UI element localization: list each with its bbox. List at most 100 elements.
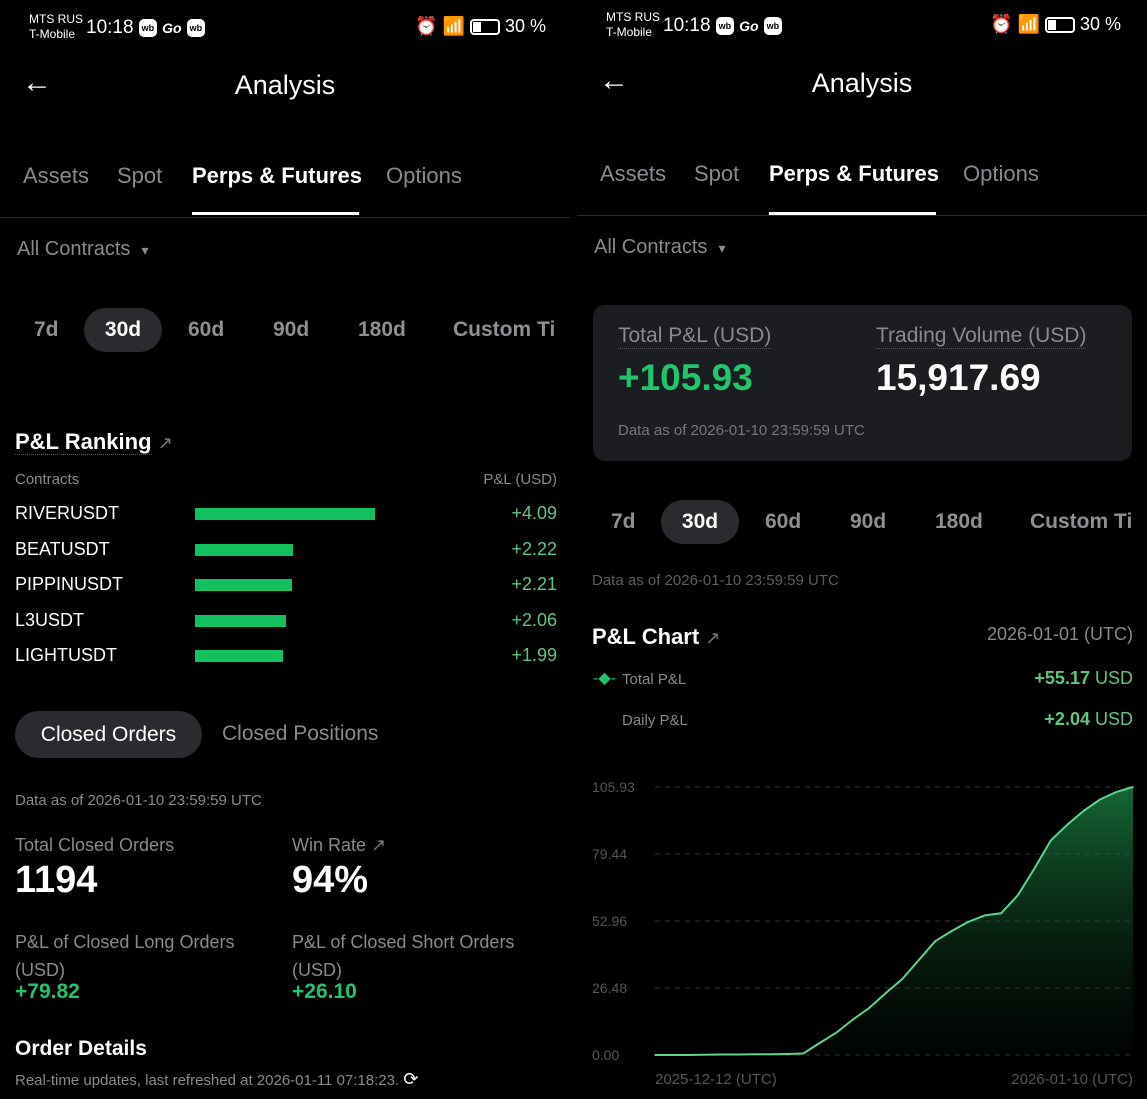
total-pnl-legend-icon: -◆- <box>593 670 616 687</box>
status-bar-left: 10:18 wb Go wb <box>86 17 205 39</box>
data-point <box>901 978 904 980</box>
contract-name[interactable]: RIVERUSDT <box>15 503 119 524</box>
external-link-icon[interactable]: ↗ <box>158 433 173 453</box>
data-point <box>1049 839 1052 842</box>
pnl-bar <box>195 614 286 627</box>
wb-app-icon: wb <box>715 16 734 35</box>
status-bar-left: 10:18 wb Go wb <box>663 15 782 37</box>
pnl-ranking-title[interactable]: P&L Ranking ↗ <box>15 429 173 455</box>
tab-spot[interactable]: Spot <box>694 161 739 187</box>
tab-closed-orders[interactable]: Closed Orders <box>15 711 202 758</box>
external-link-icon[interactable]: ↗ <box>371 835 386 855</box>
period-custom[interactable]: Custom Ti <box>453 318 557 342</box>
period-90d[interactable]: 90d <box>850 510 886 534</box>
divider <box>577 215 1147 216</box>
total-pnl-label[interactable]: Total P&L (USD) <box>618 324 772 349</box>
daily-pnl-legend: Daily P&L <box>622 712 688 729</box>
contract-name[interactable]: BEATUSDT <box>15 539 110 560</box>
data-point <box>934 940 937 942</box>
data-point <box>967 921 969 923</box>
period-180d[interactable]: 180d <box>358 318 406 342</box>
data-point <box>1115 791 1118 793</box>
data-point <box>703 1053 706 1056</box>
data-point <box>835 1031 838 1034</box>
pnl-value: +2.22 <box>511 538 557 559</box>
pnl-value: +2.21 <box>511 574 557 594</box>
status-icons: ⏰ 📶 30 % <box>415 16 546 37</box>
filter-label: All Contracts <box>17 238 131 260</box>
data-point <box>851 1018 854 1021</box>
contract-name[interactable]: PIPPINUSDT <box>15 574 123 595</box>
win-rate-value: 94% <box>292 859 369 901</box>
col-contracts: Contracts <box>15 471 80 488</box>
period-90d[interactable]: 90d <box>273 318 309 342</box>
daily-value: +2.04 <box>1044 709 1090 729</box>
contract-name[interactable]: LIGHTUSDT <box>15 645 117 666</box>
data-point <box>917 959 920 961</box>
tab-spot[interactable]: Spot <box>117 163 162 189</box>
short-orders-label: P&L of Closed Short Orders (USD) <box>292 928 514 984</box>
pnl-chart-title[interactable]: P&L Chart ↗ <box>592 624 720 650</box>
total-value: +55.17 <box>1034 668 1090 688</box>
clock: 10:18 <box>86 17 134 38</box>
data-point <box>1033 868 1035 870</box>
tab-assets[interactable]: Assets <box>600 161 666 187</box>
daily-pnl-tooltip-value: +2.04 USD <box>1044 709 1133 730</box>
data-point <box>687 1054 689 1056</box>
period-60d[interactable]: 60d <box>765 510 801 534</box>
y-tick-label: 26.48 <box>592 980 627 996</box>
period-180d[interactable]: 180d <box>935 510 983 534</box>
period-30d[interactable]: 30d <box>84 308 162 352</box>
alarm-icon: ⏰ <box>990 14 1013 34</box>
refresh-icon[interactable]: ⟳ <box>403 1069 418 1089</box>
tab-perps-futures[interactable]: Perps & Futures <box>769 161 939 187</box>
data-point <box>868 1007 871 1009</box>
carrier-info: MTS RUS T-Mobile <box>606 10 660 40</box>
trading-volume-label[interactable]: Trading Volume (USD) <box>876 324 1087 349</box>
period-30d[interactable]: 30d <box>661 500 739 544</box>
long-orders-value: +79.82 <box>15 980 80 1003</box>
filter-label: All Contracts <box>594 236 708 258</box>
wifi-icon: 📶 <box>1017 14 1040 34</box>
active-tab-indicator <box>192 212 359 215</box>
external-link-icon[interactable]: ↗ <box>705 628 720 648</box>
period-60d[interactable]: 60d <box>188 318 224 342</box>
tab-perps-futures[interactable]: Perps & Futures <box>192 163 362 189</box>
battery-icon <box>1044 17 1075 34</box>
contract-name[interactable]: L3USDT <box>15 610 84 631</box>
contracts-filter-dropdown[interactable]: All Contracts ▾ <box>594 236 726 259</box>
data-point <box>720 1053 722 1056</box>
tab-assets[interactable]: Assets <box>23 163 89 189</box>
pnl-ranking-label: P&L Ranking <box>15 429 152 455</box>
wb-app-icon: wb <box>186 18 205 37</box>
pnl-bar <box>195 650 283 662</box>
period-7d[interactable]: 7d <box>34 318 59 342</box>
total-closed-orders-value: 1194 <box>15 859 98 901</box>
period-7d[interactable]: 7d <box>611 510 636 534</box>
tab-options[interactable]: Options <box>386 163 462 189</box>
y-tick-label: 79.44 <box>592 846 627 862</box>
pnl-chart[interactable]: 105.93 79.44 52.96 26.48 0.00 2025-12-12 (UTC… <box>577 758 1147 1097</box>
battery-icon <box>469 19 500 36</box>
data-point <box>670 1054 673 1056</box>
order-details-title: Order Details <box>15 1037 147 1060</box>
data-point <box>1082 810 1085 812</box>
alarm-icon: ⏰ <box>415 16 438 36</box>
period-custom[interactable]: Custom Ti <box>1030 510 1134 534</box>
win-rate-label[interactable]: Win Rate ↗ <box>292 835 386 856</box>
x-tick-label: 2026-01-10 (UTC) <box>1011 1071 1133 1088</box>
total-pnl-tooltip-value: +55.17 USD <box>1034 668 1133 689</box>
tab-closed-positions[interactable]: Closed Positions <box>222 722 378 746</box>
data-point <box>1132 786 1134 788</box>
trading-volume-value: 15,917.69 <box>876 357 1041 398</box>
refresh-text: Real-time updates, last refreshed at 202… <box>15 1072 400 1089</box>
clock: 10:18 <box>663 15 711 36</box>
data-as-of: Data as of 2026-01-10 23:59:59 UTC <box>15 792 262 809</box>
carrier-1: MTS RUS <box>29 12 83 26</box>
total-pnl-legend: Total P&L <box>622 671 687 688</box>
tab-options[interactable]: Options <box>963 161 1039 187</box>
col-pnl: P&L (USD) <box>483 471 557 488</box>
data-point <box>736 1053 739 1056</box>
selected-date: 2026-01-01 (UTC) <box>986 624 1133 644</box>
contracts-filter-dropdown[interactable]: All Contracts ▾ <box>17 238 149 261</box>
